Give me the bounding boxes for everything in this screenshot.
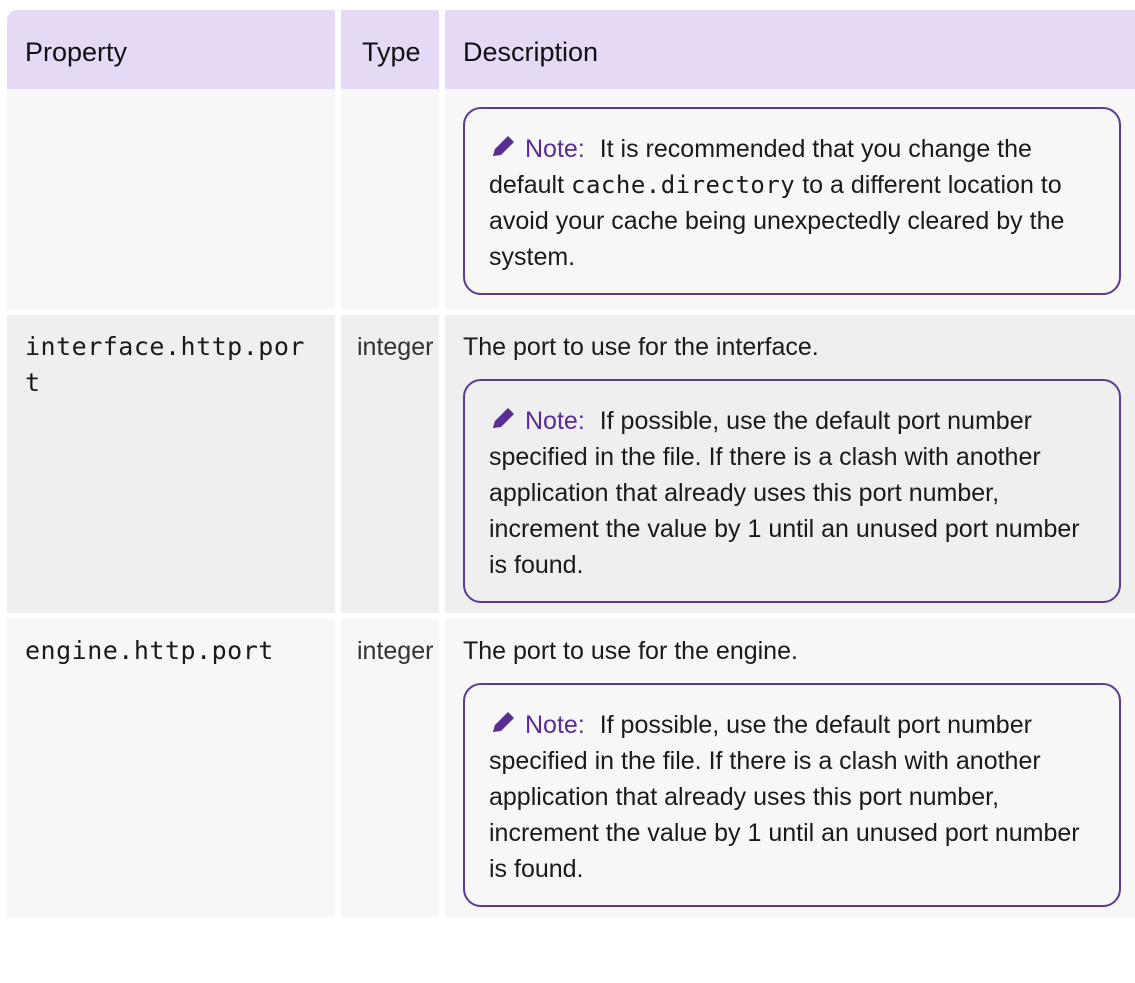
pencil-icon (489, 134, 517, 160)
description-text: The port to use for the engine. (463, 637, 798, 665)
header-type: Type (335, 10, 439, 89)
property-cell: interface.http.port (7, 309, 335, 613)
header-property: Property (7, 10, 335, 89)
pencil-icon (489, 406, 517, 432)
note-label: Note (525, 407, 578, 435)
description-text: The port to use for the interface. (463, 333, 819, 361)
type-cell: integer (335, 309, 439, 613)
properties-table: Property Type Description Note: It is re… (7, 10, 1135, 917)
description-cell: The port to use for the engine. Note: If… (439, 613, 1135, 917)
property-cell (7, 89, 335, 309)
table-row: interface.http.port integer The port to … (7, 309, 1135, 613)
note-label: Note (525, 711, 578, 739)
type-cell: integer (335, 613, 439, 917)
header-description: Description (439, 10, 1135, 89)
description-cell: Note: It is recommended that you change … (439, 89, 1135, 309)
note-label: Note (525, 135, 578, 163)
table-header-row: Property Type Description (7, 10, 1135, 89)
table-row: Note: It is recommended that you change … (7, 89, 1135, 309)
note-box: Note: If possible, use the default port … (463, 379, 1121, 603)
note-code: cache.directory (571, 171, 796, 199)
table-row: engine.http.port integer The port to use… (7, 613, 1135, 917)
property-cell: engine.http.port (7, 613, 335, 917)
pencil-icon (489, 710, 517, 736)
description-cell: The port to use for the interface. Note:… (439, 309, 1135, 613)
type-cell (335, 89, 439, 309)
note-box: Note: It is recommended that you change … (463, 107, 1121, 295)
note-box: Note: If possible, use the default port … (463, 683, 1121, 907)
